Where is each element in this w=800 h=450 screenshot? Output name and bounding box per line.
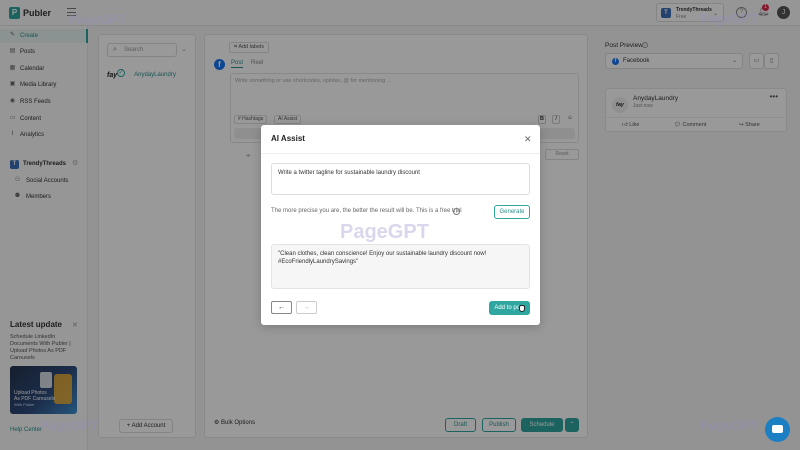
info-icon[interactable]: i <box>453 208 460 215</box>
prompt-hint: The more precise you are, the better the… <box>271 208 462 214</box>
hand-cursor-icon <box>519 305 525 312</box>
prompt-input[interactable]: Write a twitter tagline for sustainable … <box>271 163 530 195</box>
watermark: PageGPT <box>700 11 758 26</box>
result-text: "Clean clothes, clean conscience! Enjoy … <box>278 251 487 265</box>
divider <box>261 153 540 154</box>
next-result-button[interactable]: → <box>296 301 317 314</box>
generate-button[interactable]: Generate <box>494 205 530 219</box>
prompt-text: Write a twitter tagline for sustainable … <box>278 170 420 176</box>
ai-result[interactable]: "Clean clothes, clean conscience! Enjoy … <box>271 244 530 289</box>
close-icon[interactable]: ✕ <box>524 134 532 145</box>
watermark: PageGPT <box>340 221 429 243</box>
watermark: PageGPT <box>68 12 126 27</box>
modal-title: AI Assist <box>271 134 305 143</box>
watermark: PageGPT <box>700 418 758 433</box>
chat-icon[interactable] <box>765 417 790 442</box>
previous-result-button[interactable]: ← <box>271 301 292 314</box>
watermark: PageGPT <box>40 418 98 433</box>
